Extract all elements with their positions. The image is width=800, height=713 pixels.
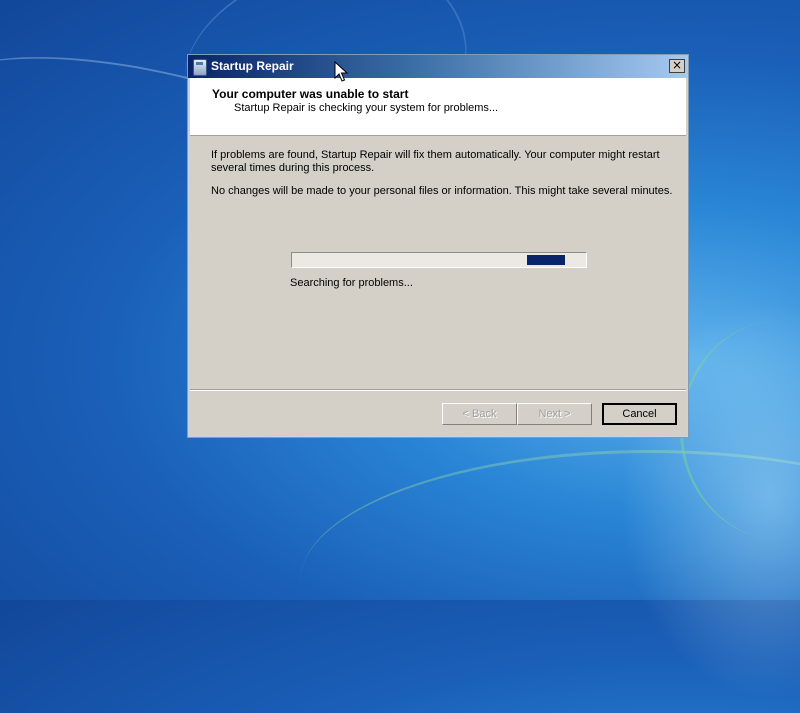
divider [190,389,686,391]
startup-repair-dialog: Startup Repair × Your computer was unabl… [187,54,689,438]
status-text: Searching for problems... [290,277,413,289]
window-title: Startup Repair [211,59,294,73]
info-paragraph-1: If problems are found, Startup Repair wi… [211,149,660,174]
close-icon: × [671,58,683,72]
info-paragraph-2: No changes will be made to your personal… [211,185,673,197]
header-title: Your computer was unable to start [212,87,409,101]
mouse-pointer-icon [334,61,348,82]
title-bar[interactable]: Startup Repair × [188,55,688,78]
close-button[interactable]: × [669,59,685,73]
progress-bar [291,252,587,268]
back-button[interactable]: < Back [442,403,517,425]
dialog-header: Your computer was unable to start Startu… [190,78,686,136]
startup-repair-icon [193,59,207,76]
progress-marquee-chunk [527,255,565,265]
cancel-button[interactable]: Cancel [602,403,677,425]
header-subtitle: Startup Repair is checking your system f… [234,102,499,114]
next-button[interactable]: Next > [517,403,592,425]
